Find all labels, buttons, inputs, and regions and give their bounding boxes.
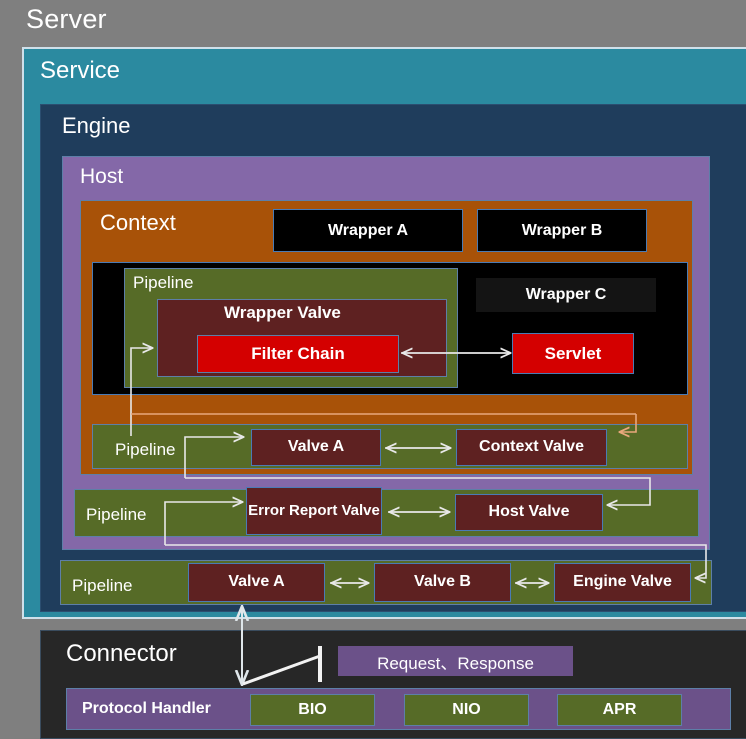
protocol-option-bio: BIO bbox=[250, 694, 375, 726]
protocol-handler-label: Protocol Handler bbox=[82, 700, 211, 717]
context-valve-a: Valve A bbox=[251, 429, 381, 466]
engine-valve-a: Valve A bbox=[188, 563, 325, 602]
connector-label: Connector bbox=[66, 640, 177, 667]
wrapper-pipeline-label: Pipeline bbox=[133, 273, 194, 292]
protocol-option-apr: APR bbox=[557, 694, 682, 726]
wrapper-valve-label: Wrapper Valve bbox=[224, 303, 341, 322]
error-report-valve: Error Report Valve bbox=[246, 487, 382, 535]
engine-pipeline-label: Pipeline bbox=[72, 576, 133, 595]
engine-valve-b: Valve B bbox=[374, 563, 511, 602]
filter-chain-box: Filter Chain bbox=[197, 335, 399, 373]
server-label: Server bbox=[26, 4, 107, 34]
servlet-box: Servlet bbox=[512, 333, 634, 374]
architecture-diagram: Server Service Engine Host Context Wrapp… bbox=[0, 0, 746, 739]
wrapper-a-box: Wrapper A bbox=[273, 209, 463, 252]
engine-valve: Engine Valve bbox=[554, 563, 691, 602]
host-pipeline-label: Pipeline bbox=[86, 505, 147, 524]
protocol-option-nio: NIO bbox=[404, 694, 529, 726]
host-pipeline-box bbox=[74, 489, 699, 537]
engine-label: Engine bbox=[62, 113, 131, 138]
request-response-badge: Request、Response bbox=[338, 646, 573, 676]
context-pipeline-label: Pipeline bbox=[115, 440, 176, 459]
context-label: Context bbox=[100, 210, 176, 235]
wrapper-b-box: Wrapper B bbox=[477, 209, 647, 252]
host-label: Host bbox=[80, 165, 124, 188]
context-valve: Context Valve bbox=[456, 429, 607, 466]
service-label: Service bbox=[40, 57, 121, 84]
host-valve: Host Valve bbox=[455, 494, 603, 531]
wrapper-c-box: Wrapper C bbox=[476, 278, 656, 312]
